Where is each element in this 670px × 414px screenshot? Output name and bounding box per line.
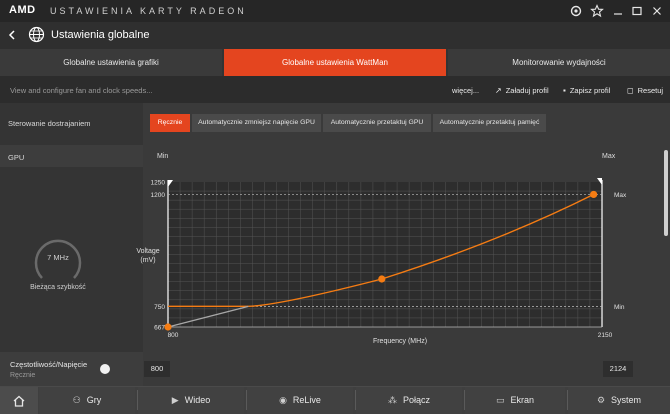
x-tick-label: 2150 — [598, 332, 613, 339]
share-arrow-icon: ↗ — [495, 86, 502, 95]
page-description: View and configure fan and clock speeds.… — [10, 86, 153, 95]
tab-global-wattman[interactable]: Globalne ustawienia WattMan — [224, 49, 446, 76]
nav-display[interactable]: ▭ Ekran — [465, 387, 565, 414]
mode-auto-overclock-memory-button[interactable]: Automatycznie przetaktuj pamięć — [433, 114, 546, 132]
save-profile-label: Zapisz profil — [569, 86, 611, 95]
display-icon: ▭ — [495, 395, 505, 405]
amd-logo: AMD — [9, 4, 36, 16]
load-profile-button[interactable]: ↗ Załaduj profil — [495, 86, 549, 95]
mode-auto-undervolt-button[interactable]: Automatycznie zmniejsz napięcie GPU — [192, 114, 321, 132]
min-frequency-input[interactable]: 800 — [144, 361, 170, 377]
current-speed-label: Bieżąca szybkość — [30, 284, 86, 291]
scrollbar[interactable] — [664, 150, 668, 236]
close-icon[interactable] — [650, 4, 664, 18]
relive-icon: ◉ — [279, 395, 287, 405]
freq-volt-toggle[interactable] — [100, 364, 110, 374]
curve-point[interactable] — [378, 275, 386, 283]
load-profile-label: Załaduj profil — [505, 86, 549, 95]
maximize-icon[interactable] — [630, 4, 644, 18]
nav-display-label: Ekran — [510, 395, 535, 405]
range-max-label: Max — [602, 153, 616, 160]
curve-point[interactable] — [590, 190, 598, 199]
floppy-disk-icon: ▪ — [563, 86, 566, 95]
save-profile-button[interactable]: ▪ Zapisz profil — [563, 86, 610, 95]
refresh-icon[interactable] — [569, 4, 583, 18]
back-arrow-icon[interactable] — [6, 28, 18, 42]
nav-connect-label: Połącz — [402, 395, 430, 405]
nav-system-label: System — [611, 395, 642, 405]
y-tick-label: 1200 — [151, 192, 166, 199]
gamepad-icon: ⚇ — [72, 395, 81, 405]
nav-games[interactable]: ⚇ Gry — [39, 387, 135, 414]
video-icon: ▶ — [171, 395, 179, 405]
nav-home[interactable] — [0, 387, 38, 414]
x-axis-label: Frequency (MHz) — [373, 338, 427, 345]
reset-icon: ◻ — [627, 86, 634, 95]
nav-system[interactable]: ⚙ System — [568, 387, 670, 414]
curve-point[interactable] — [164, 323, 172, 331]
system-icon: ⚙ — [596, 395, 606, 405]
app-title: USTAWIENIA KARTY RADEON — [50, 6, 247, 16]
y-tick-label: 750 — [154, 304, 165, 311]
y-tick-label: 1250 — [151, 180, 166, 187]
reset-label: Resetuj — [637, 86, 664, 95]
home-icon — [13, 395, 25, 407]
y-axis-label: Voltage — [136, 248, 159, 255]
tuning-control-label: Sterowanie dostrajaniem — [8, 119, 91, 128]
gauge-value: 7 MHz — [47, 253, 69, 262]
mode-manual-button[interactable]: Ręcznie — [150, 114, 190, 132]
reset-button[interactable]: ◻ Resetuj — [627, 86, 663, 95]
tab-global-graphics[interactable]: Globalne ustawienia grafiki — [0, 49, 222, 76]
freq-volt-mode: Ręcznie — [10, 372, 36, 379]
globe-icon — [28, 26, 45, 43]
minimize-icon[interactable] — [611, 4, 625, 18]
y-tick-label: 667 — [154, 325, 165, 332]
freq-volt-label: Częstotliwość/Napięcie — [10, 360, 88, 369]
x-tick-label: 800 — [168, 332, 179, 339]
tab-performance-monitoring[interactable]: Monitorowanie wydajności — [448, 49, 670, 76]
more-link[interactable]: więcej... — [452, 86, 479, 95]
right-min-label: Min — [614, 304, 625, 311]
nav-relive-label: ReLive — [292, 395, 321, 405]
nav-video[interactable]: ▶ Wideo — [138, 387, 244, 414]
star-icon[interactable] — [590, 4, 604, 18]
freq-volt-row — [0, 352, 143, 386]
gpu-label: GPU — [8, 153, 25, 162]
max-frequency-input[interactable]: 2124 — [603, 361, 633, 377]
nav-relive[interactable]: ◉ ReLive — [247, 387, 353, 414]
nav-connect[interactable]: ⁂ Połącz — [356, 387, 462, 414]
nav-video-label: Wideo — [184, 395, 211, 405]
connect-icon: ⁂ — [387, 395, 397, 405]
right-max-label: Max — [614, 192, 627, 199]
voltage-frequency-chart: Voltage (mV) Frequency (MHz) 1250 1200 750… — [136, 178, 627, 345]
mode-auto-overclock-gpu-button[interactable]: Automatycznie przetaktuj GPU — [323, 114, 431, 132]
nav-games-label: Gry — [86, 395, 102, 405]
y-axis-label-unit: (mV) — [140, 257, 155, 264]
page-title: Ustawienia globalne — [51, 29, 150, 41]
range-min-label: Min — [157, 153, 169, 160]
